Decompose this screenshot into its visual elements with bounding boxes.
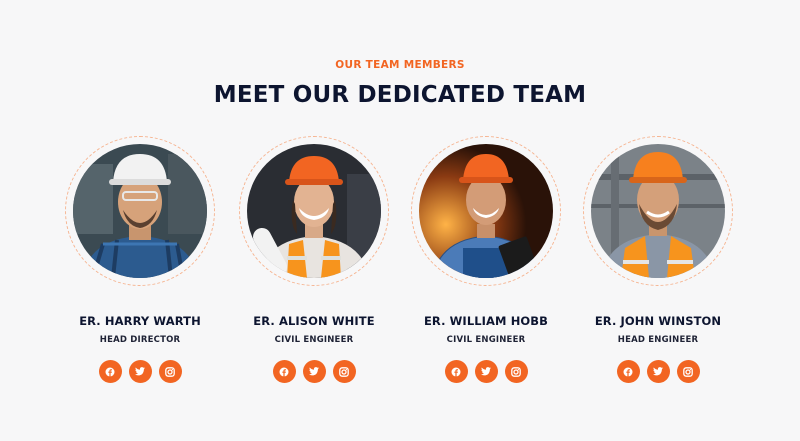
facebook-link[interactable]	[98, 360, 122, 383]
team-card: ER. JOHN WINSTON HEAD ENGINEER	[578, 136, 738, 386]
facebook-link[interactable]	[272, 360, 296, 383]
team-card: ER. ALISON WHITE CIVIL ENGINEER	[234, 136, 394, 386]
twitter-icon	[135, 367, 145, 376]
team-member-role: HEAD DIRECTOR	[99, 335, 181, 345]
twitter-icon	[481, 367, 491, 376]
instagram-link[interactable]	[158, 360, 182, 383]
team-member-name: ER. ALISON WHITE	[253, 314, 375, 328]
facebook-icon	[623, 367, 633, 376]
social-links	[406, 360, 566, 383]
instagram-link[interactable]	[504, 360, 528, 383]
section-title: MEET OUR DEDICATED TEAM	[213, 82, 587, 108]
instagram-link[interactable]	[676, 360, 700, 383]
instagram-icon	[683, 366, 693, 377]
facebook-link[interactable]	[616, 360, 640, 383]
team-member-role: HEAD ENGINEER	[617, 335, 699, 345]
team-member-photo	[419, 144, 553, 278]
facebook-icon	[451, 367, 461, 376]
twitter-icon	[653, 367, 663, 376]
twitter-link[interactable]	[646, 360, 670, 383]
team-member-name: ER. HARRY WARTH	[79, 314, 201, 328]
instagram-icon	[511, 366, 521, 377]
facebook-icon	[105, 367, 115, 376]
twitter-icon	[309, 367, 319, 376]
team-member-photo	[73, 144, 207, 278]
twitter-link[interactable]	[474, 360, 498, 383]
team-member-role: CIVIL ENGINEER	[446, 335, 526, 345]
social-links	[578, 360, 738, 383]
team-card: ER. HARRY WARTH HEAD DIRECTOR	[60, 136, 220, 386]
twitter-link[interactable]	[302, 360, 326, 383]
team-member-photo	[591, 144, 725, 278]
team-member-name: ER. WILLIAM HOBB	[423, 314, 549, 328]
team-member-name: ER. JOHN WINSTON	[594, 314, 722, 328]
facebook-link[interactable]	[444, 360, 468, 383]
social-links	[60, 360, 220, 383]
section-eyebrow: OUR TEAM MEMBERS	[335, 59, 465, 71]
team-card: ER. WILLIAM HOBB CIVIL ENGINEER	[406, 136, 566, 386]
social-links	[234, 360, 394, 383]
instagram-icon	[339, 366, 349, 377]
team-member-photo	[247, 144, 381, 278]
instagram-icon	[165, 366, 175, 377]
facebook-icon	[279, 367, 289, 376]
instagram-link[interactable]	[332, 360, 356, 383]
team-member-role: CIVIL ENGINEER	[274, 335, 354, 345]
twitter-link[interactable]	[128, 360, 152, 383]
